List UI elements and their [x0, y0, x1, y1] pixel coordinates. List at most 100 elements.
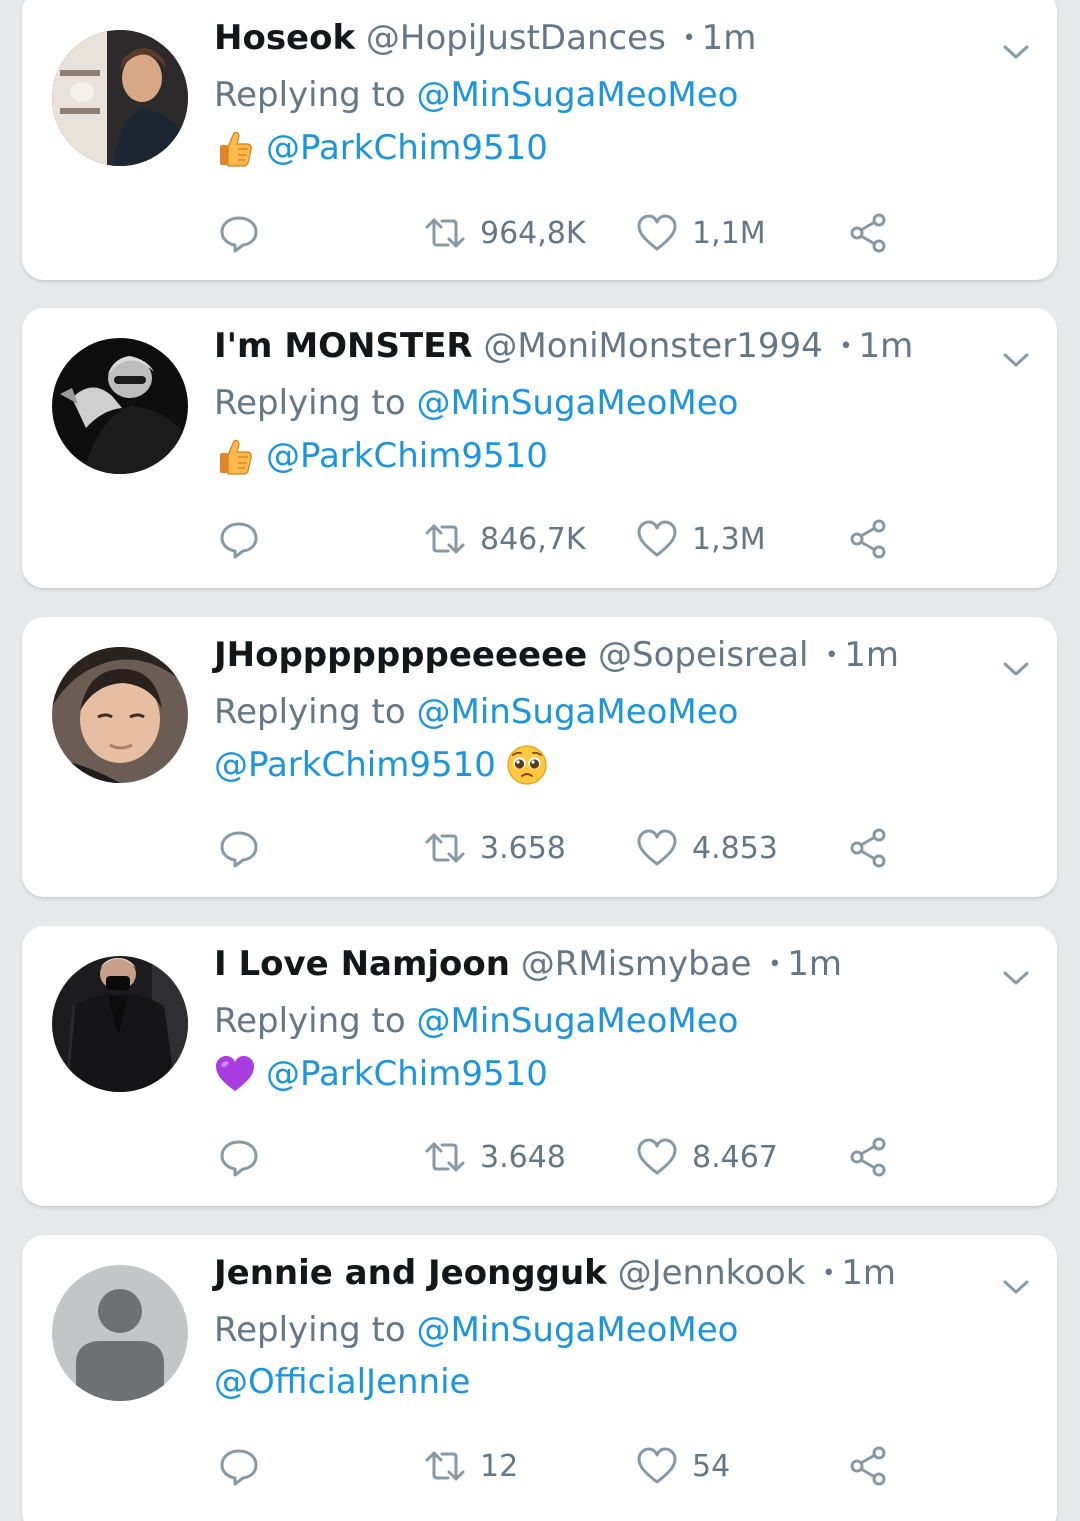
chevron-down-icon[interactable] [1001, 42, 1031, 62]
author-name[interactable]: I'm MONSTER [214, 326, 473, 366]
replying-to-line: Replying to @MinSugaMeoMeo [214, 692, 987, 732]
tweet-card[interactable]: I'm MONSTER @MoniMonster1994 • 1m Replyin… [22, 308, 1057, 588]
reply-icon [220, 522, 258, 559]
tweet-header: I'm MONSTER @MoniMonster1994 • 1m [214, 326, 987, 367]
share-button[interactable] [848, 823, 890, 873]
like-button[interactable]: 8.467 [636, 1132, 778, 1182]
reply-button[interactable] [218, 1132, 260, 1182]
reply-button[interactable] [218, 1441, 260, 1491]
timestamp[interactable]: 1m [841, 1253, 896, 1293]
tweet-body: I Love Namjoon @RMismybae • 1m Replying t… [214, 944, 987, 1095]
timestamp[interactable]: 1m [859, 326, 914, 366]
chevron-down-icon[interactable] [1001, 659, 1031, 679]
replying-to-mention[interactable]: @MinSugaMeoMeo [417, 1001, 739, 1041]
retweet-button[interactable]: 3.658 [424, 823, 566, 873]
replying-prefix: Replying to [214, 1310, 406, 1350]
retweet-button[interactable]: 964,8K [424, 208, 586, 258]
share-icon [850, 213, 886, 253]
replying-prefix: Replying to [214, 75, 406, 115]
tweet-feed: Hoseok @HopiJustDances • 1m Replying to @… [0, 0, 1080, 1521]
retweet-icon [425, 833, 465, 863]
tweet-body: Hoseok @HopiJustDances • 1m Replying to @… [214, 18, 987, 169]
like-button[interactable]: 4.853 [636, 823, 778, 873]
avatar-photo [52, 647, 188, 783]
avatar[interactable] [52, 1265, 188, 1401]
reply-button[interactable] [218, 823, 260, 873]
replying-to-line: Replying to @MinSugaMeoMeo [214, 383, 987, 423]
tweet-card[interactable]: JHopppppppeeeeee @Sopeisreal • 1m Replyin… [22, 617, 1057, 897]
retweet-icon [425, 1451, 465, 1481]
avatar-photo [52, 338, 188, 474]
separator-dot: • [839, 334, 853, 359]
timestamp[interactable]: 1m [844, 635, 899, 675]
reply-button[interactable] [218, 514, 260, 564]
mention-link[interactable]: @ParkChim9510 [266, 128, 548, 168]
reply-icon [220, 831, 258, 868]
author-handle[interactable]: @Sopeisreal [598, 635, 808, 675]
retweet-icon [425, 218, 465, 248]
tweet-text: @OfficialJennie [214, 1362, 987, 1402]
tweet-card[interactable]: I Love Namjoon @RMismybae • 1m Replying t… [22, 926, 1057, 1206]
retweet-button[interactable]: 12 [424, 1441, 518, 1491]
tweet-header: JHopppppppeeeeee @Sopeisreal • 1m [214, 635, 987, 676]
replying-to-line: Replying to @MinSugaMeoMeo [214, 75, 987, 115]
like-button[interactable]: 54 [636, 1441, 730, 1491]
tweet-card[interactable]: Hoseok @HopiJustDances • 1m Replying to @… [22, 0, 1057, 280]
author-handle[interactable]: @HopiJustDances [366, 18, 666, 58]
share-button[interactable] [848, 514, 890, 564]
author-name[interactable]: I Love Namjoon [214, 944, 510, 984]
replying-to-mention[interactable]: @MinSugaMeoMeo [417, 1310, 739, 1350]
avatar[interactable] [52, 647, 188, 783]
author-handle[interactable]: @RMismybae [521, 944, 752, 984]
tweet-actions: 3.658 4.853 [218, 823, 898, 873]
avatar-photo [52, 956, 188, 1092]
timestamp[interactable]: 1m [787, 944, 842, 984]
retweet-button[interactable]: 846,7K [424, 514, 586, 564]
chevron-down-icon[interactable] [1001, 350, 1031, 370]
like-count: 4.853 [692, 830, 778, 866]
replying-to-mention[interactable]: @MinSugaMeoMeo [417, 383, 739, 423]
author-name[interactable]: JHopppppppeeeeee [214, 635, 587, 675]
replying-prefix: Replying to [214, 692, 406, 732]
mention-link[interactable]: @ParkChim9510 [266, 436, 548, 476]
separator-dot: • [822, 1261, 836, 1286]
like-count: 1,1M [692, 215, 766, 251]
replying-to-mention[interactable]: @MinSugaMeoMeo [417, 692, 739, 732]
thumbs-up-emoji [214, 127, 256, 169]
author-name[interactable]: Jennie and Jeongguk [214, 1253, 607, 1293]
like-count: 1,3M [692, 521, 766, 557]
reply-icon [220, 1140, 258, 1177]
author-handle[interactable]: @Jennkook [618, 1253, 806, 1293]
replying-prefix: Replying to [214, 1001, 406, 1041]
mention-link[interactable]: @OfficialJennie [214, 1362, 470, 1402]
tweet-body: JHopppppppeeeeee @Sopeisreal • 1m Replyin… [214, 635, 987, 786]
mention-link[interactable]: @ParkChim9510 [266, 1054, 548, 1094]
avatar-photo [52, 30, 188, 166]
chevron-down-icon[interactable] [1001, 968, 1031, 988]
avatar[interactable] [52, 338, 188, 474]
default-avatar-icon [52, 1265, 188, 1401]
like-button[interactable]: 1,3M [636, 514, 766, 564]
mention-link[interactable]: @ParkChim9510 [214, 745, 496, 785]
share-button[interactable] [848, 1441, 890, 1491]
author-name[interactable]: Hoseok [214, 18, 355, 58]
avatar[interactable] [52, 30, 188, 166]
tweet-card[interactable]: Jennie and Jeongguk @Jennkook • 1m Replyi… [22, 1235, 1057, 1521]
tweet-header: I Love Namjoon @RMismybae • 1m [214, 944, 987, 985]
share-button[interactable] [848, 1132, 890, 1182]
avatar[interactable] [52, 956, 188, 1092]
share-button[interactable] [848, 208, 890, 258]
like-button[interactable]: 1,1M [636, 208, 766, 258]
retweet-count: 12 [480, 1448, 519, 1484]
reply-button[interactable] [218, 208, 260, 258]
timestamp[interactable]: 1m [702, 18, 757, 58]
author-handle[interactable]: @MoniMonster1994 [483, 326, 822, 366]
chevron-down-icon[interactable] [1001, 1277, 1031, 1297]
retweet-button[interactable]: 3.648 [424, 1132, 566, 1182]
purple-heart-emoji [214, 1053, 256, 1095]
tweet-body: Jennie and Jeongguk @Jennkook • 1m Replyi… [214, 1253, 987, 1402]
reply-icon [220, 216, 258, 253]
like-count: 8.467 [692, 1139, 778, 1175]
replying-to-mention[interactable]: @MinSugaMeoMeo [417, 75, 739, 115]
separator-dot: • [825, 643, 839, 668]
